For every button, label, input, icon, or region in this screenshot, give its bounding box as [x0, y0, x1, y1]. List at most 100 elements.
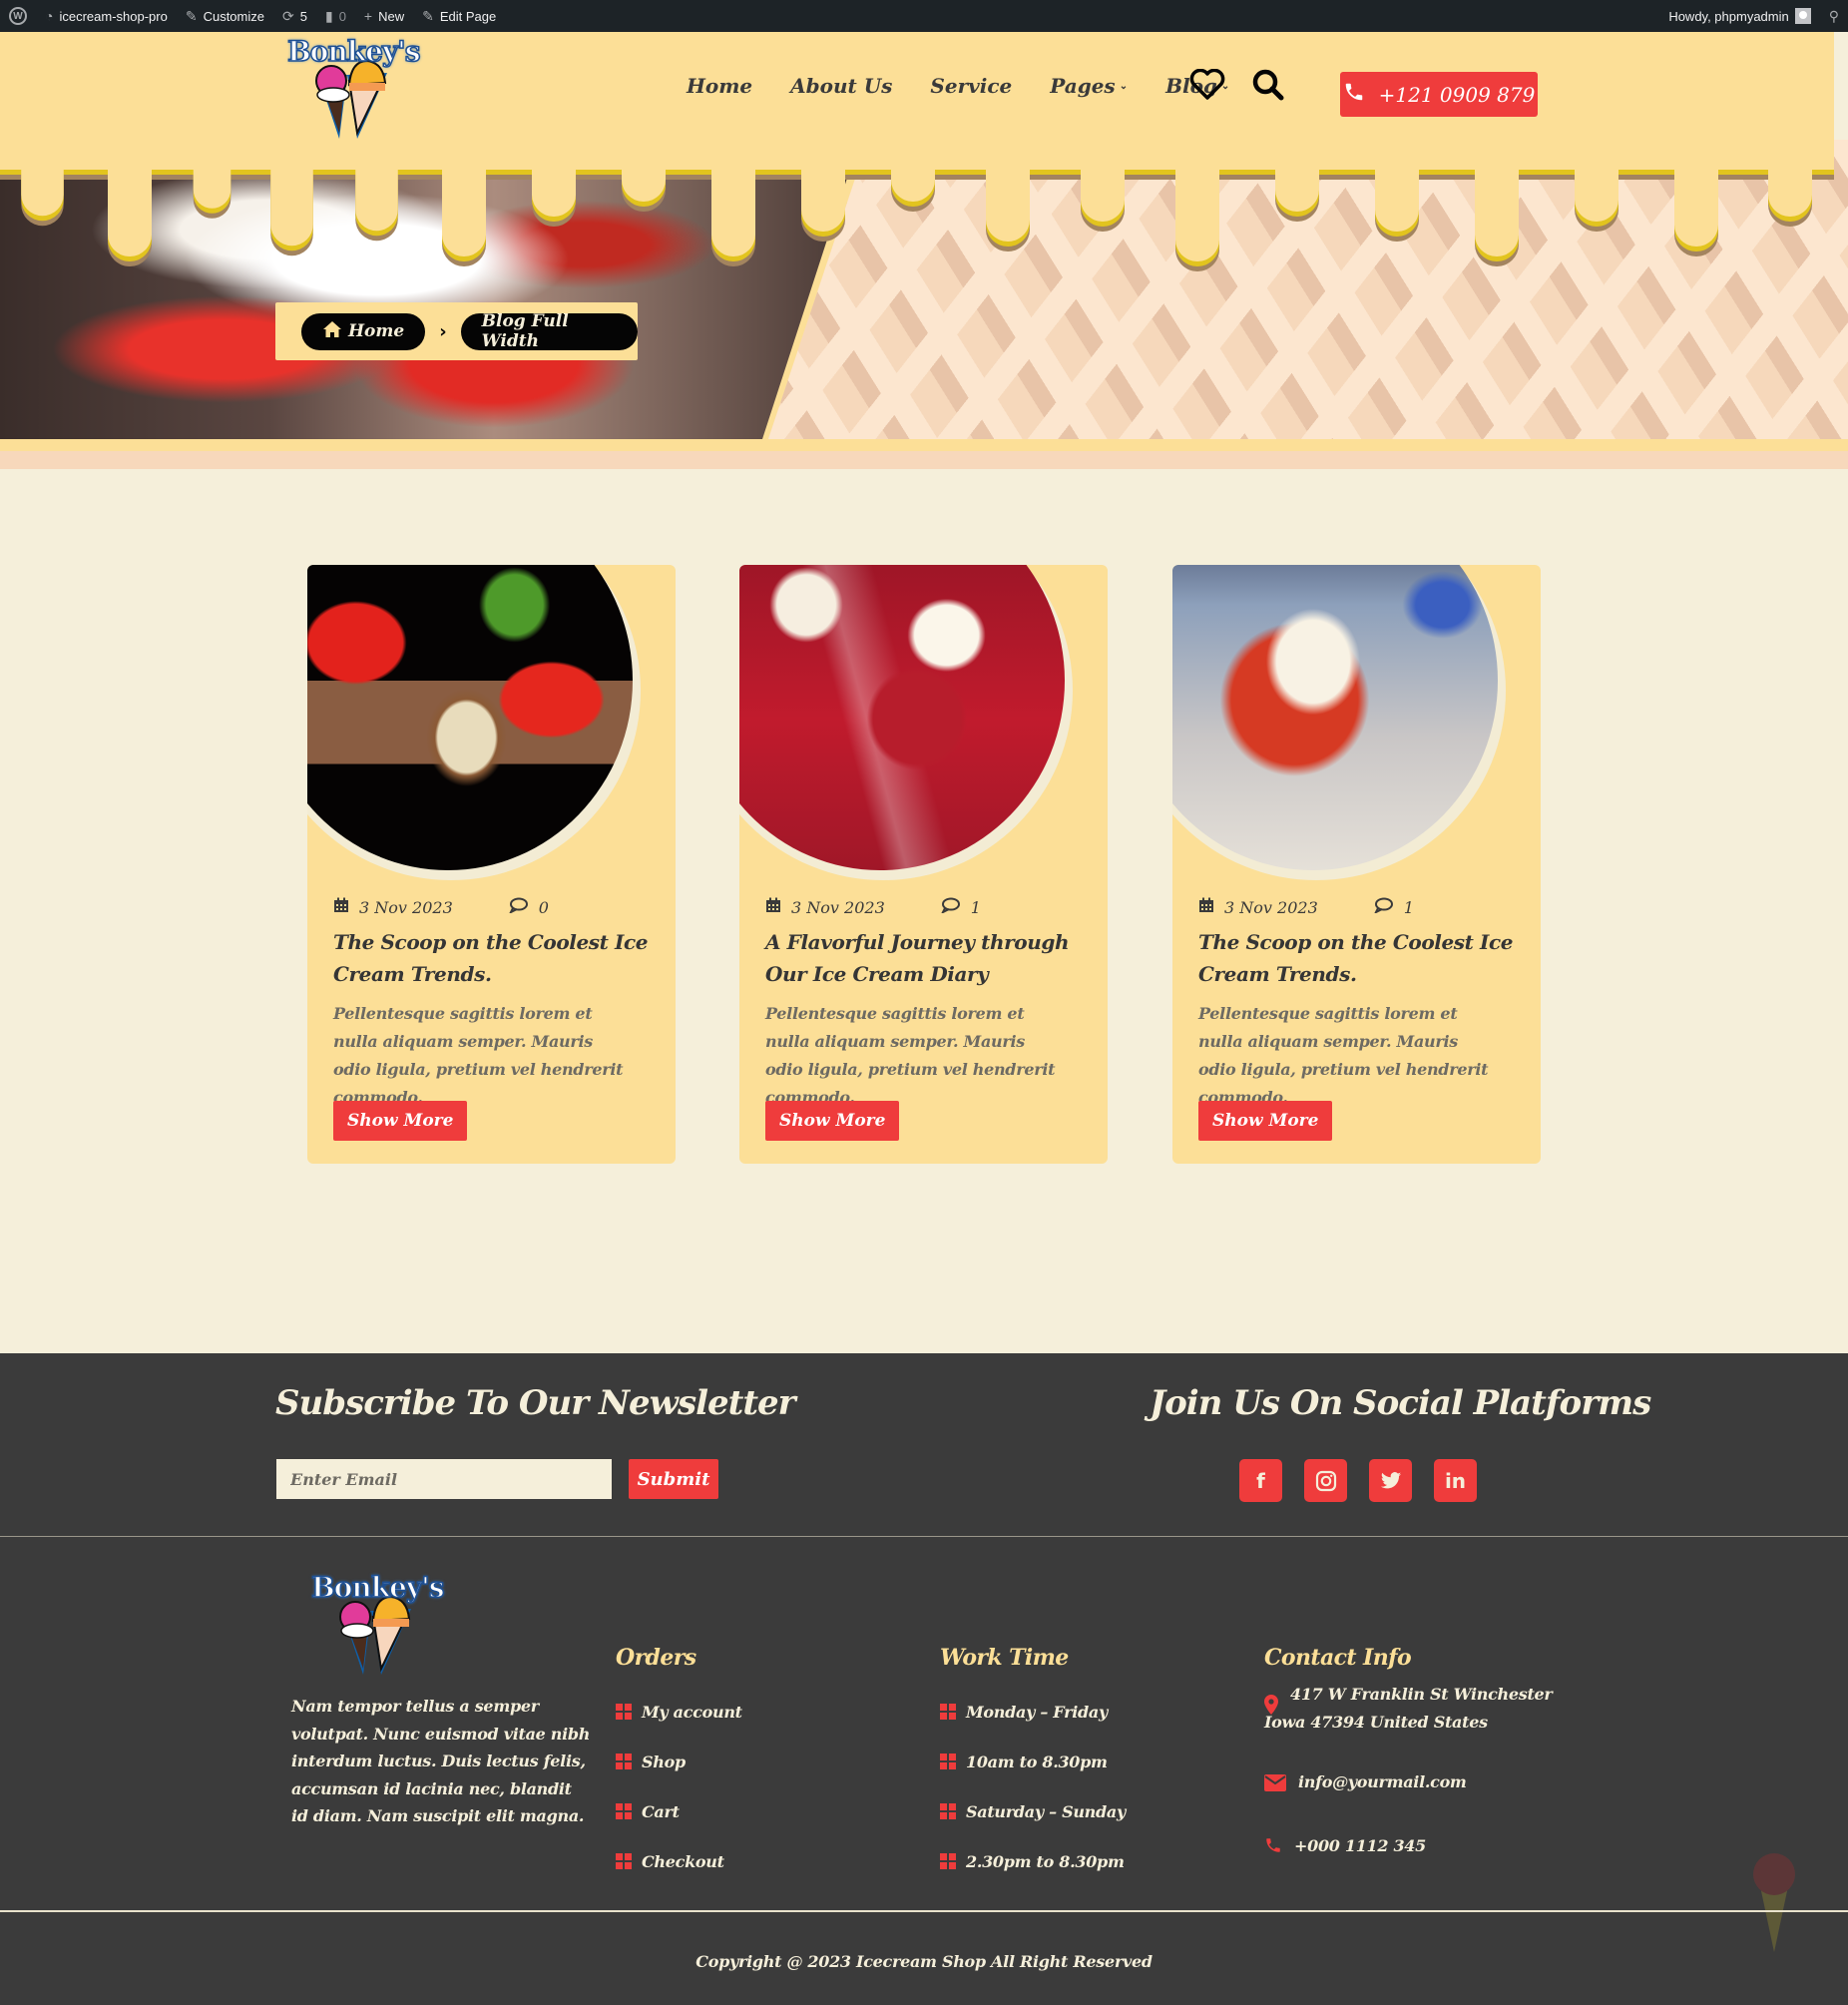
footer-link-shop[interactable]: Shop — [616, 1737, 742, 1786]
site-name-link[interactable]: ◔ icecream-shop-pro — [36, 0, 177, 32]
nav-service[interactable]: Service — [930, 74, 1012, 98]
map-pin-icon — [1264, 1695, 1278, 1719]
post-excerpt: Pellentesque sagittis lorem et nulla ali… — [1198, 1004, 1489, 1107]
post-thumbnail[interactable] — [307, 565, 676, 882]
comment-count[interactable]: 1 — [971, 898, 981, 917]
wp-admin-bar: W ◔ icecream-shop-pro ✎ Customize ⟳ 5 ▮ 0 + N… — [0, 0, 1848, 32]
nav-about-us[interactable]: About Us — [790, 74, 892, 98]
email-input[interactable] — [276, 1459, 612, 1499]
show-more-button[interactable]: Show More — [765, 1101, 900, 1141]
grid-bullet-icon — [616, 1803, 632, 1819]
social-links: f in — [1239, 1459, 1477, 1502]
post-thumbnail[interactable] — [1172, 565, 1541, 882]
show-more-button[interactable]: Show More — [1198, 1101, 1333, 1141]
wishlist-heart-icon[interactable] — [1189, 68, 1225, 105]
contact-phone[interactable]: +000 1112 345 — [1264, 1832, 1554, 1863]
footer-link-cart[interactable]: Cart — [616, 1786, 742, 1836]
edit-page-link[interactable]: ✎ Edit Page — [413, 0, 505, 32]
nav-pages[interactable]: Pages ⌄ — [1050, 74, 1128, 98]
comment-icon — [1373, 897, 1394, 917]
refresh-icon: ⟳ — [282, 7, 294, 24]
new-content-link[interactable]: + New — [355, 0, 413, 32]
post-thumbnail[interactable] — [739, 565, 1108, 882]
phone-icon — [1343, 81, 1365, 108]
social-title: Join Us On Social Platforms — [1150, 1383, 1651, 1423]
comment-icon: ▮ — [324, 7, 333, 24]
phone-call-button[interactable]: +121 0909 879 — [1340, 72, 1538, 117]
comments-link[interactable]: ▮ 0 — [316, 0, 355, 32]
site-header: Bonkey's Home About Us Service Pages ⌄ Bl… — [0, 32, 1834, 157]
post-excerpt: Pellentesque sagittis lorem et nulla ali… — [765, 1004, 1056, 1107]
work-time-column: Work Time Monday – Friday 10am to 8.30pm… — [940, 1645, 1126, 1886]
envelope-icon — [1264, 1768, 1286, 1800]
wordpress-icon: W — [9, 7, 27, 25]
pencil-icon: ✎ — [422, 7, 434, 24]
banner-band-lower — [0, 451, 1848, 469]
grid-bullet-icon — [940, 1803, 956, 1819]
site-logo[interactable]: Bonkey's — [286, 34, 421, 143]
comment-icon — [940, 897, 961, 917]
footer-link-my-account[interactable]: My account — [616, 1687, 742, 1737]
grid-bullet-icon — [940, 1754, 956, 1769]
header-actions — [1189, 68, 1285, 106]
submit-button[interactable]: Submit — [629, 1459, 718, 1499]
work-time-item: 10am to 8.30pm — [940, 1737, 1126, 1786]
comment-count[interactable]: 1 — [1404, 898, 1414, 917]
grid-bullet-icon — [940, 1853, 956, 1869]
melting-drips — [0, 140, 1834, 271]
show-more-button[interactable]: Show More — [333, 1101, 468, 1141]
footer-link-checkout[interactable]: Checkout — [616, 1836, 742, 1886]
calendar-icon — [765, 897, 781, 917]
post-title[interactable]: The Scoop on the Coolest Ice Cream Trend… — [333, 926, 663, 990]
post-meta: 3 Nov 2023 0 — [333, 897, 549, 917]
copyright-divider — [0, 1910, 1848, 1912]
post-title[interactable]: The Scoop on the Coolest Ice Cream Trend… — [1198, 926, 1528, 990]
plus-icon: + — [363, 8, 373, 24]
grid-bullet-icon — [616, 1704, 632, 1720]
footer-logo[interactable]: Bonkey's — [310, 1570, 445, 1679]
admin-search-button[interactable]: ⚲ — [1820, 0, 1848, 32]
updates-link[interactable]: ⟳ 5 — [273, 0, 316, 32]
blog-card: 3 Nov 2023 1 A Flavorful Journey through… — [739, 565, 1108, 1164]
orders-heading: Orders — [616, 1645, 696, 1671]
linkedin-icon[interactable]: in — [1434, 1459, 1477, 1502]
calendar-icon — [333, 897, 349, 917]
instagram-icon[interactable] — [1304, 1459, 1347, 1502]
home-icon — [322, 320, 342, 343]
post-meta: 3 Nov 2023 1 — [765, 897, 981, 917]
facebook-icon[interactable]: f — [1239, 1459, 1282, 1502]
post-title[interactable]: A Flavorful Journey through Our Ice Crea… — [765, 926, 1095, 990]
contact-column: Contact Info 417 W Franklin St Wincheste… — [1264, 1645, 1554, 1863]
search-icon: ⚲ — [1828, 7, 1839, 24]
contact-heading: Contact Info — [1264, 1645, 1412, 1671]
brush-icon: ✎ — [185, 7, 198, 24]
page-banner — [0, 140, 1848, 439]
work-time-item: 2.30pm to 8.30pm — [940, 1836, 1126, 1886]
ice-cream-cone-icon — [1753, 1853, 1795, 1952]
breadcrumb-current: Blog Full Width — [460, 311, 638, 351]
copyright-text: Copyright @ 2023 Icecream Shop All Right… — [695, 1952, 1153, 1971]
grid-bullet-icon — [940, 1704, 956, 1720]
work-time-heading: Work Time — [940, 1645, 1069, 1671]
work-time-item: Monday – Friday — [940, 1687, 1126, 1737]
nav-home[interactable]: Home — [687, 74, 752, 98]
customize-link[interactable]: ✎ Customize — [177, 0, 273, 32]
site-footer: Subscribe To Our Newsletter Submit Join … — [0, 1353, 1848, 2005]
footer-about-text: Nam tempor tellus a semper volutpat. Nun… — [291, 1697, 591, 1825]
work-time-item: Saturday – Sunday — [940, 1786, 1126, 1836]
contact-email[interactable]: info@yourmail.com — [1264, 1768, 1554, 1800]
chevron-right-icon: › — [439, 320, 447, 342]
banner-band — [0, 439, 1848, 451]
wp-logo-button[interactable]: W — [0, 0, 36, 32]
comment-count[interactable]: 0 — [539, 898, 549, 917]
post-meta: 3 Nov 2023 1 — [1198, 897, 1414, 917]
avatar — [1794, 8, 1811, 24]
twitter-icon[interactable] — [1369, 1459, 1412, 1502]
breadcrumb: Home › Blog Full Width — [275, 302, 638, 360]
account-menu[interactable]: Howdy, phpmyadmin — [1659, 0, 1819, 32]
grid-bullet-icon — [616, 1754, 632, 1769]
blog-card: 3 Nov 2023 0 The Scoop on the Coolest Ic… — [307, 565, 676, 1164]
orders-column: Orders My account Shop Cart Checkout — [616, 1645, 742, 1886]
search-icon[interactable] — [1251, 68, 1285, 106]
breadcrumb-home[interactable]: Home — [301, 312, 426, 350]
